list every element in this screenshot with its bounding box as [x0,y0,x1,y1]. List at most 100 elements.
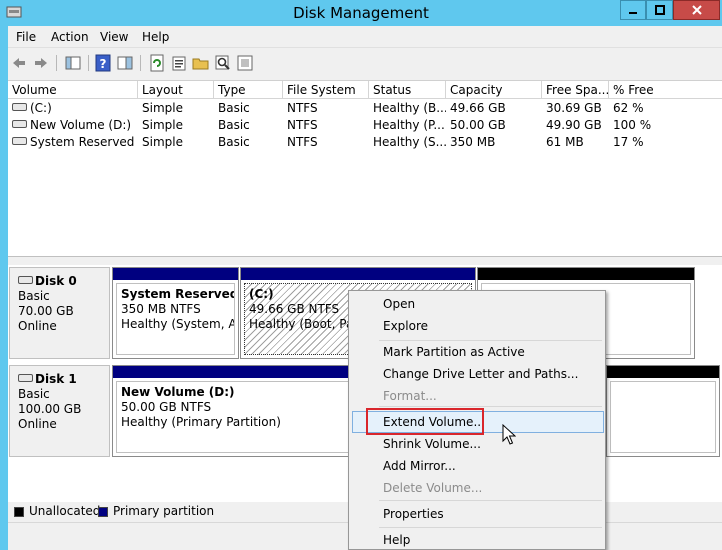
column-header-capacity[interactable]: Capacity [446,81,542,99]
toolbar-separator [56,55,57,71]
partition-status: Healthy (System, Acti [121,317,234,331]
volume-capacity: 350 MB [450,135,496,149]
forward-arrow-icon[interactable] [32,54,50,72]
menu-item-explore[interactable]: Explore [383,319,428,333]
partition-name: System Reserved [121,287,235,301]
column-header-type[interactable]: Type [214,81,283,99]
legend-label-unallocated: Unallocated [29,504,101,518]
maximize-icon [654,5,665,15]
partition-unallocated-disk-1[interactable] [606,365,720,457]
toolbar-separator [140,55,141,71]
maximize-button[interactable] [646,0,673,20]
menu-item-open[interactable]: Open [383,297,415,311]
properties-icon[interactable] [170,54,188,72]
help-icon[interactable]: ? [94,54,112,72]
volume-status: Healthy (S... [373,135,446,149]
mouse-cursor-icon [502,424,516,445]
volume-capacity: 50.00 GB [450,118,506,132]
volume-type: Basic [218,135,250,149]
volume-layout: Simple [142,135,183,149]
disk-1-size: 100.00 GB [18,402,82,416]
volume-percent-free: 17 % [613,135,644,149]
volume-layout: Simple [142,118,183,132]
volume-free-space: 61 MB [546,135,584,149]
menu-item-format: Format... [383,389,437,403]
menu-action[interactable]: Action [51,30,89,44]
menu-item-delete-volume: Delete Volume... [383,481,483,495]
disk-1-type: Basic [18,387,50,401]
menu-item-shrink-volume[interactable]: Shrink Volume... [383,437,481,451]
menu-help[interactable]: Help [142,30,169,44]
volume-layout: Simple [142,101,183,115]
volume-status: Healthy (B... [373,101,446,115]
volume-type: Basic [218,101,250,115]
back-arrow-icon[interactable] [10,54,28,72]
volume-list: Volume Layout Type File System Status Ca… [8,80,722,280]
menu-bar: File Action View Help [8,26,722,48]
menu-item-help[interactable]: Help [383,533,410,547]
volume-icon [12,103,27,111]
extend-volume-annotation-box [366,408,484,435]
disk-0-label[interactable]: Disk 0 Basic 70.00 GB Online [9,267,110,359]
console-tree-icon[interactable] [64,54,82,72]
column-header-file-system[interactable]: File System [283,81,369,99]
partition-bar [607,366,719,378]
disk-0-state: Online [18,319,57,333]
menu-separator [379,340,602,341]
menu-separator [379,406,602,407]
menu-separator [379,500,602,501]
partition-size: 350 MB NTFS [121,302,201,316]
minimize-button[interactable] [620,0,646,20]
volume-icon [12,120,27,128]
menu-item-properties[interactable]: Properties [383,507,444,521]
disk-management-window: Disk Management File Action View Help ? [0,0,722,550]
disk-0-name: Disk 0 [35,274,77,288]
table-row[interactable]: (C:) Simple Basic NTFS Healthy (B... 49.… [8,100,722,117]
column-header-free-space[interactable]: Free Spa... [542,81,609,99]
column-header-status[interactable]: Status [369,81,446,99]
partition-bar [113,268,238,280]
table-row[interactable]: System Reserved Simple Basic NTFS Health… [8,134,722,151]
window-title: Disk Management [293,4,429,22]
disk-icon [18,374,33,382]
menu-item-change-drive-letter[interactable]: Change Drive Letter and Paths... [383,367,578,381]
title-bar[interactable]: Disk Management [0,0,722,26]
volume-free-space: 30.69 GB [546,101,602,115]
toolbar-separator [88,55,89,71]
volume-free-space: 49.90 GB [546,118,602,132]
legend-label-primary: Primary partition [113,504,215,518]
disk-0-type: Basic [18,289,50,303]
refresh-icon[interactable] [148,54,166,72]
volume-file-system: NTFS [287,101,318,115]
search-icon[interactable] [214,54,232,72]
volume-icon [12,137,27,145]
close-button[interactable] [673,0,720,20]
volume-name: New Volume (D:) [30,118,132,132]
menu-item-mark-active[interactable]: Mark Partition as Active [383,345,525,359]
pane-splitter[interactable] [8,257,722,265]
table-row[interactable]: New Volume (D:) Simple Basic NTFS Health… [8,117,722,134]
menu-view[interactable]: View [100,30,128,44]
menu-file[interactable]: File [16,30,36,44]
volume-name: (C:) [30,101,52,115]
column-header-percent-free[interactable]: % Free [609,81,722,99]
volume-type: Basic [218,118,250,132]
volume-percent-free: 62 % [613,101,644,115]
partition-bar [478,268,694,280]
disk-1-label[interactable]: Disk 1 Basic 100.00 GB Online [9,365,110,457]
close-icon [691,5,702,15]
open-folder-icon[interactable] [192,54,210,72]
menu-separator [379,527,602,528]
volume-name: System Reserved [30,135,135,149]
volume-file-system: NTFS [287,135,318,149]
menu-item-add-mirror[interactable]: Add Mirror... [383,459,456,473]
show-pane-icon[interactable] [116,54,134,72]
volume-file-system: NTFS [287,118,318,132]
legend-swatch-primary [98,507,108,517]
column-header-layout[interactable]: Layout [138,81,214,99]
volume-capacity: 49.66 GB [450,101,506,115]
export-icon[interactable] [236,54,254,72]
partition-system-reserved[interactable]: System Reserved 350 MB NTFS Healthy (Sys… [112,267,239,359]
disk-icon [18,276,33,284]
column-header-volume[interactable]: Volume [8,81,138,99]
